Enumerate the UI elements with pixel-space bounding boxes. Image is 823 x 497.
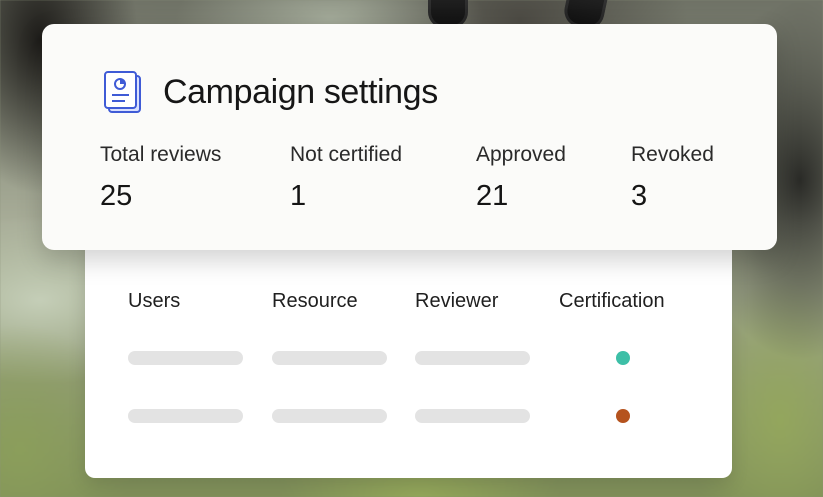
stat-value: 3 bbox=[631, 180, 648, 212]
placeholder-bar bbox=[415, 351, 530, 365]
stat-value: 1 bbox=[290, 180, 307, 212]
stat-label: Revoked bbox=[631, 143, 714, 166]
placeholder-bar bbox=[272, 409, 387, 423]
column-header-reviewer: Reviewer bbox=[415, 290, 499, 312]
stat-value: 25 bbox=[100, 180, 133, 212]
stat-label: Not certified bbox=[290, 143, 403, 166]
column-header-users: Users bbox=[128, 290, 181, 312]
stat-not-certified: Not certified 1 bbox=[290, 142, 402, 212]
placeholder-bar bbox=[128, 351, 243, 365]
stat-label: Approved bbox=[476, 143, 566, 166]
document-report-icon bbox=[104, 71, 141, 113]
campaign-settings-card: Campaign settings Total reviews 25 Not c… bbox=[42, 24, 777, 250]
placeholder-bar bbox=[272, 351, 387, 365]
certification-status-dot bbox=[616, 409, 630, 423]
stat-label: Total reviews bbox=[100, 143, 222, 166]
placeholder-bar bbox=[415, 409, 530, 423]
page-title: Campaign settings bbox=[163, 73, 438, 111]
certification-status-dot bbox=[616, 351, 630, 365]
column-header-resource: Resource bbox=[272, 290, 358, 312]
column-header-certification: Certification bbox=[559, 290, 665, 312]
stat-revoked: Revoked 3 bbox=[631, 142, 714, 212]
stat-total-reviews: Total reviews 25 bbox=[100, 142, 221, 212]
stat-approved: Approved 21 bbox=[476, 142, 566, 212]
review-table-card: Users Resource Reviewer Certification bbox=[85, 232, 732, 478]
placeholder-bar bbox=[128, 409, 243, 423]
stat-value: 21 bbox=[476, 180, 509, 212]
